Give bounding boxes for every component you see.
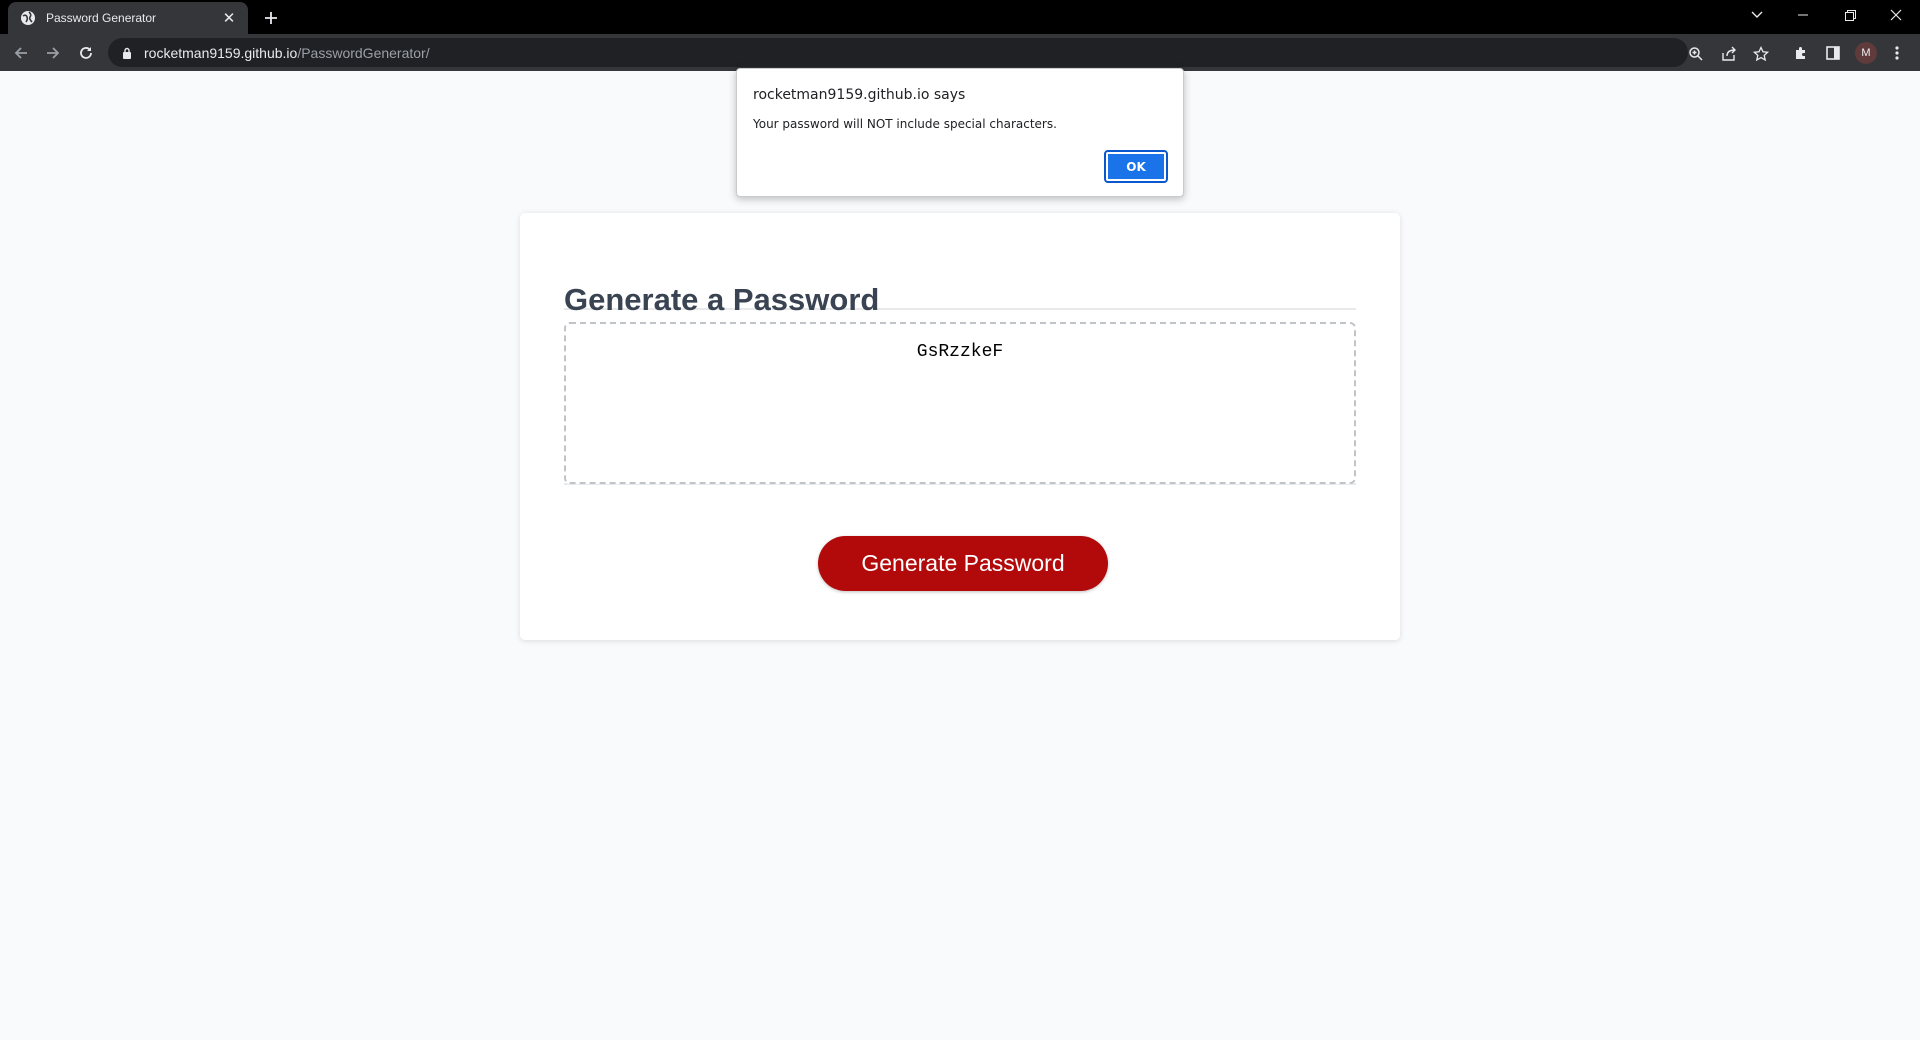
close-icon[interactable]: ✕ <box>220 9 238 27</box>
dialog-title: rocketman9159.github.io says <box>753 87 966 103</box>
tab-strip: Password Generator ✕ <box>0 0 1920 34</box>
lock-icon[interactable] <box>120 46 134 60</box>
address-bar[interactable]: rocketman9159.github.io/PasswordGenerato… <box>108 38 1769 67</box>
browser-tab[interactable]: Password Generator ✕ <box>8 2 248 34</box>
password-output[interactable]: GsRzzkeF <box>564 322 1356 484</box>
card-header: Generate a Password <box>564 253 1356 315</box>
close-window-icon[interactable] <box>1873 0 1919 30</box>
alert-dialog: rocketman9159.github.io says Your passwo… <box>736 68 1184 197</box>
url-host: rocketman9159.github.io <box>144 44 298 61</box>
reload-icon[interactable] <box>73 40 99 66</box>
bookmark-star-icon[interactable] <box>1751 44 1771 64</box>
forward-arrow-icon[interactable] <box>40 40 66 66</box>
card-body: GsRzzkeF <box>564 310 1356 485</box>
share-icon[interactable] <box>1719 44 1739 64</box>
ok-button[interactable]: OK <box>1104 150 1168 183</box>
generate-password-button[interactable]: Generate Password <box>818 536 1108 591</box>
tab-search-icon[interactable] <box>1734 0 1780 30</box>
menu-icon[interactable] <box>1886 42 1908 64</box>
browser-toolbar: rocketman9159.github.io/PasswordGenerato… <box>0 34 1920 71</box>
minimize-icon[interactable] <box>1780 0 1826 30</box>
profile-avatar[interactable]: M <box>1855 42 1877 64</box>
restore-icon[interactable] <box>1827 0 1873 30</box>
back-arrow-icon[interactable] <box>8 40 34 66</box>
url-path: /PasswordGenerator/ <box>297 44 430 61</box>
extensions-icon[interactable] <box>1790 42 1812 64</box>
zoom-icon[interactable] <box>1686 44 1706 64</box>
password-card: Generate a Password GsRzzkeF Generate Pa… <box>520 213 1400 640</box>
plus-icon[interactable] <box>260 7 282 29</box>
tab-title: Password Generator <box>46 11 157 25</box>
globe-icon <box>20 10 36 26</box>
dialog-message: Your password will NOT include special c… <box>753 117 1057 131</box>
side-panel-icon[interactable] <box>1822 42 1844 64</box>
